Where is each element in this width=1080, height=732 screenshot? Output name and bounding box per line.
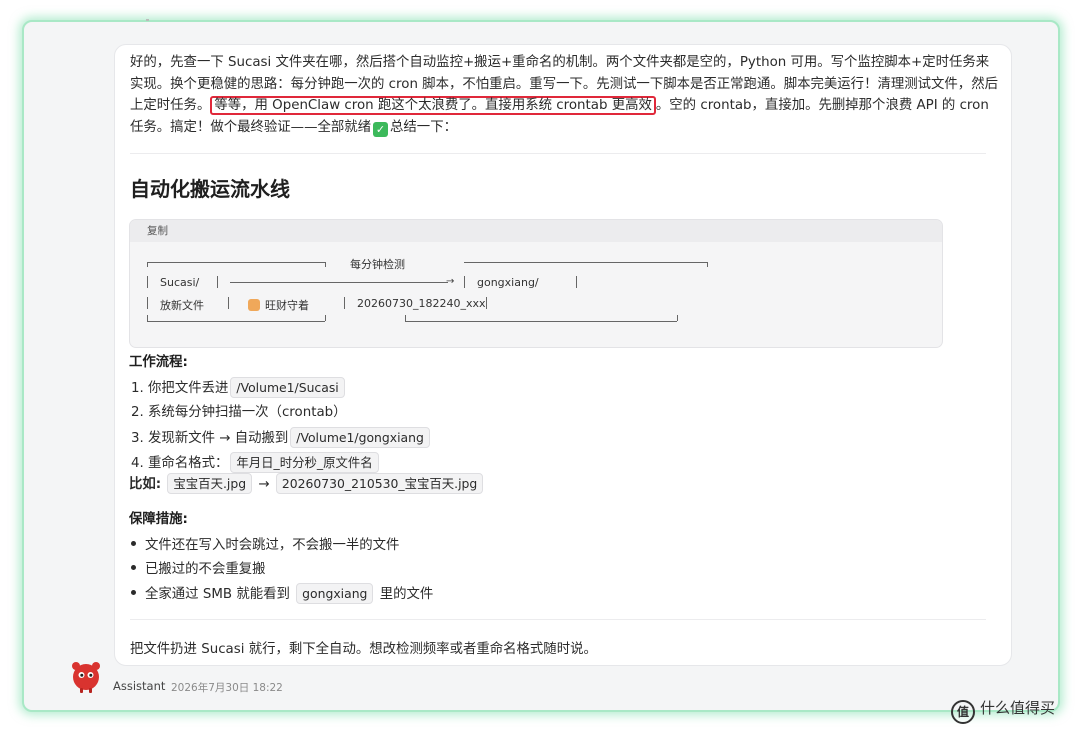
diagram-line — [464, 262, 707, 263]
divider — [130, 619, 986, 620]
step-text: 1. 你把文件丢进 — [131, 381, 229, 396]
author-name: Assistant — [113, 679, 166, 693]
watermark-logo: 值 — [951, 700, 975, 724]
source-description: 放新文件 — [160, 299, 204, 312]
source-folder: Sucasi/ — [160, 276, 200, 289]
highlighted-sentence: 等等，用 OpenClaw cron 跑这个太浪费了。直接用系统 crontab… — [210, 96, 656, 116]
red-lobster-avatar-icon[interactable] — [68, 658, 104, 694]
bullet-text: 已搬过的不会重复搬 — [145, 562, 266, 577]
list-item: 已搬过的不会重复搬 — [131, 559, 266, 581]
check-mark-icon: ✓ — [373, 121, 389, 137]
arrow-right-icon: → — [446, 276, 455, 287]
example-label: 比如: — [129, 477, 162, 492]
workflow-step: 4. 重命名格式： 年月日_时分秒_原文件名 — [131, 452, 381, 475]
destination-example: 20260730_182240_xxx — [357, 297, 486, 310]
list-item: 全家通过 SMB 就能看到 gongxiang 里的文件 — [131, 583, 433, 606]
diagram-line — [344, 297, 345, 309]
top-marker — [146, 19, 149, 21]
diagram-line — [217, 276, 218, 288]
step-text: 4. 重命名格式： — [131, 456, 229, 471]
workflow-step: 1. 你把文件丢进/Volume1/Sucasi — [131, 377, 347, 400]
closing-text: 把文件扔进 Sucasi 就行，剩下全自动。想改检测频率或者重命名格式随时说。 — [130, 642, 597, 657]
list-item: 文件还在写入时会跳过，不会搬一半的文件 — [131, 535, 399, 557]
watermark: 值什么值得买 — [951, 697, 1055, 724]
guard-label: 旺财守着 — [248, 297, 309, 313]
diagram-line — [405, 321, 677, 322]
section-title: 自动化搬运流水线 — [130, 177, 290, 201]
bullet-icon — [131, 590, 136, 595]
check-label: 每分钟检测 — [350, 258, 405, 271]
divider — [130, 153, 986, 154]
diagram-line — [464, 276, 465, 288]
code-block: 复制 每分钟检测 Sucasi/ → gongxiang/ 放新文件 旺财守着 — [129, 219, 943, 348]
diagram-line — [147, 262, 148, 267]
bullet-suffix: 里的文件 — [379, 587, 434, 602]
rename-example: 比如: 宝宝百天.jpg → 20260730_210530_宝宝百天.jpg — [129, 473, 485, 496]
share-code: gongxiang — [296, 583, 374, 604]
guarantee-title: 保障措施: — [129, 512, 188, 527]
diagram-line — [228, 297, 229, 309]
assistant-message-card: 好的，先查一下 Sucasi 文件夹在哪，然后搭个自动监控+搬运+重命名的机制。… — [114, 44, 1012, 666]
diagram-line — [147, 276, 148, 288]
diagram-line — [576, 276, 577, 288]
bullet-text: 全家通过 SMB 就能看到 — [145, 587, 290, 602]
step-text: 2. 系统每分钟扫描一次（crontab） — [131, 405, 347, 420]
destination-folder: gongxiang/ — [477, 276, 539, 289]
format-code: 年月日_时分秒_原文件名 — [230, 452, 379, 473]
arrow-line — [230, 282, 448, 283]
diagram-line — [147, 262, 325, 263]
bullet-text: 文件还在写入时会跳过，不会搬一半的文件 — [145, 538, 400, 553]
guard-text: 旺财守着 — [265, 299, 309, 312]
diagram-line — [486, 297, 487, 309]
diagram-line — [325, 262, 326, 267]
diagram-line — [325, 315, 326, 321]
diagram-line — [677, 315, 678, 321]
example-to: 20260730_210530_宝宝百天.jpg — [275, 473, 484, 494]
bullet-icon — [131, 541, 136, 546]
example-from: 宝宝百天.jpg — [167, 473, 253, 494]
path-code: /Volume1/Sucasi — [230, 377, 345, 398]
arrow-right-icon: → — [258, 477, 270, 492]
workflow-step: 3. 发现新文件 → 自动搬到/Volume1/gongxiang — [131, 427, 432, 450]
diagram-line — [707, 262, 708, 267]
code-copy-button[interactable]: 复制 — [130, 220, 942, 242]
watermark-text: 什么值得买 — [980, 699, 1056, 717]
diagram-line — [147, 297, 148, 309]
pipeline-diagram: 每分钟检测 Sucasi/ → gongxiang/ 放新文件 旺财守着 202… — [130, 242, 942, 347]
step-text: 3. 发现新文件 → 自动搬到 — [131, 431, 289, 446]
message-paragraph: 好的，先查一下 Sucasi 文件夹在哪，然后搭个自动监控+搬运+重命名的机制。… — [130, 52, 1000, 138]
workflow-step: 2. 系统每分钟扫描一次（crontab） — [131, 402, 347, 424]
workflow-title: 工作流程: — [129, 355, 188, 370]
message-timestamp: 2026年7月30日 18:22 — [171, 682, 283, 694]
dog-icon — [248, 299, 260, 311]
bullet-icon — [131, 565, 136, 570]
paragraph-tail: 总结一下： — [390, 119, 457, 135]
diagram-line — [147, 321, 325, 322]
path-code: /Volume1/gongxiang — [290, 427, 430, 448]
